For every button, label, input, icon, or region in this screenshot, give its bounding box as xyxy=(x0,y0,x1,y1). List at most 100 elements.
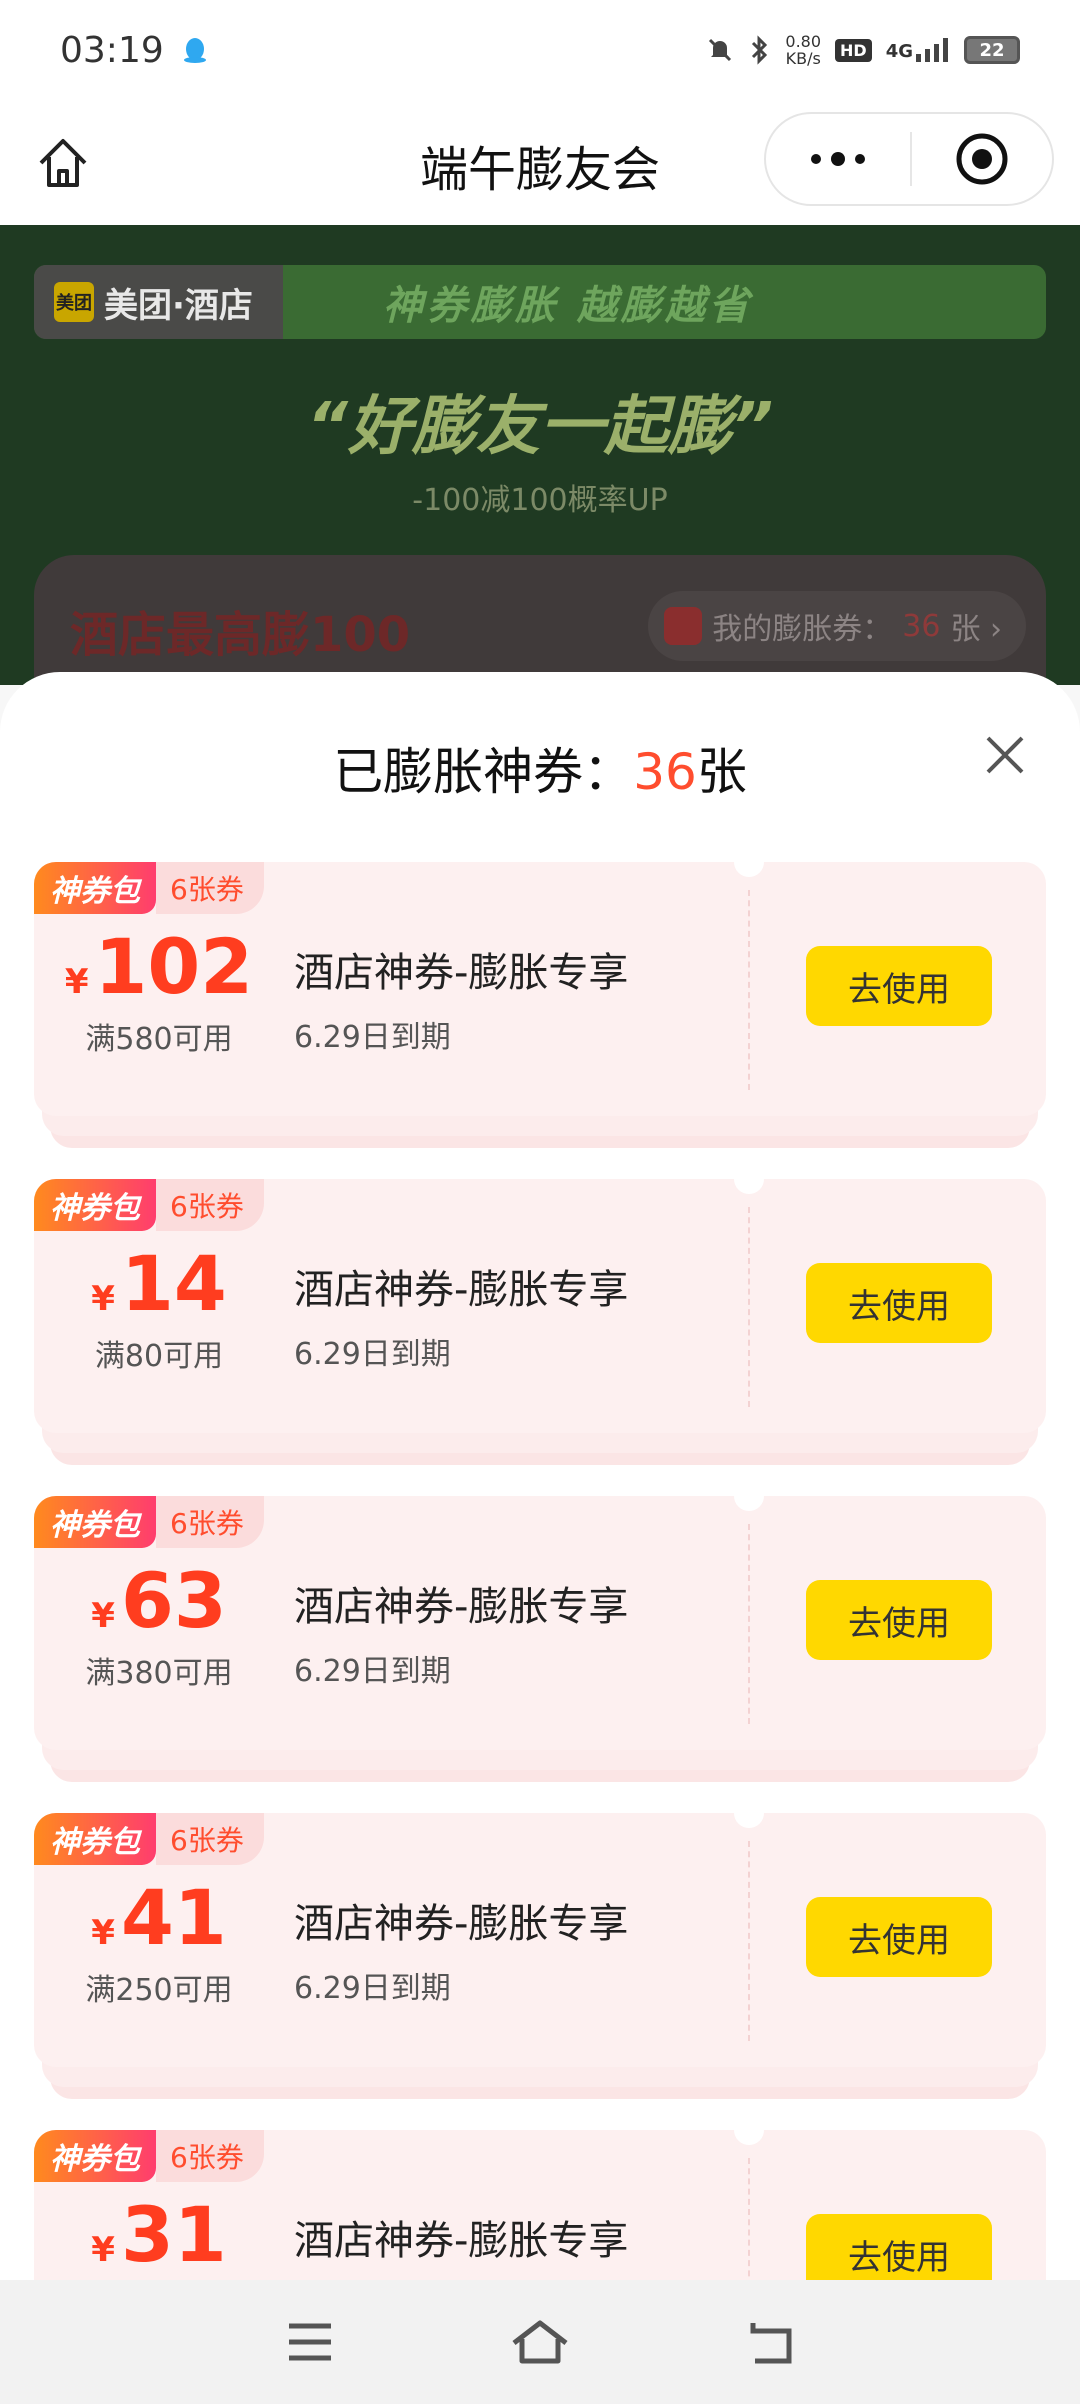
yen-symbol: ¥ xyxy=(91,2230,115,2270)
status-bar: 03:19 0.80 KB/s HD 4G 22 xyxy=(0,0,1080,100)
pack-count: 6张券 xyxy=(156,1813,264,1865)
coupon-list: 神券包 6张券 ¥ 102 满580可用 酒店神券-膨胀专享 6.29日到期 去… xyxy=(34,847,1046,2282)
amount-column: ¥ 102 满580可用 xyxy=(54,922,264,1058)
use-coupon-button[interactable]: 去使用 xyxy=(806,1263,992,1343)
use-coupon-button[interactable]: 去使用 xyxy=(806,1580,992,1660)
use-coupon-button[interactable]: 去使用 xyxy=(806,2214,992,2282)
coupon-amount: ¥ 102 xyxy=(54,922,264,1012)
pack-tag: 神券包 6张券 xyxy=(34,1496,264,1548)
brand-strip: 美团 美团·酒店 神券膨胀 越膨越省 xyxy=(34,265,1046,339)
back-icon xyxy=(750,2323,792,2364)
pack-label: 神券包 xyxy=(34,862,156,914)
coupon-condition: 满250可用 xyxy=(85,1973,233,2008)
coupon-card: 神券包 6张券 ¥ 14 满80可用 酒店神券-膨胀专享 6.29日到期 去使用 xyxy=(34,1164,1046,1465)
coupon-body: 神券包 6张券 ¥ 102 满580可用 酒店神券-膨胀专享 6.29日到期 去… xyxy=(34,847,1046,1116)
coupon-name: 酒店神券-膨胀专享 xyxy=(294,1267,629,1313)
net-speed-unit: KB/s xyxy=(785,49,821,68)
more-button[interactable] xyxy=(766,114,910,204)
my-coupons-pill[interactable]: 我的膨胀券： 36 张 › xyxy=(648,591,1026,661)
my-coupons-unit: 张 › xyxy=(950,612,1002,647)
close-icon[interactable] xyxy=(980,730,1030,780)
amount-column: ¥ 41 满250可用 xyxy=(54,1873,264,2009)
yen-symbol: ¥ xyxy=(91,1913,115,1953)
use-coupon-button[interactable]: 去使用 xyxy=(806,1897,992,1977)
coupon-expiry: 6.29日到期 xyxy=(294,1654,451,1689)
coupon-notch xyxy=(734,1164,764,1194)
coupon-amount: ¥ 14 xyxy=(54,1239,264,1329)
battery-indicator: 22 xyxy=(964,36,1020,64)
promo-card-title: 酒店最高膨100 xyxy=(70,607,411,663)
coupon-condition: 满380可用 xyxy=(85,1656,233,1691)
coupon-name: 酒店神券-膨胀专享 xyxy=(294,1901,629,1947)
amount-value: 14 xyxy=(120,1239,227,1328)
coupon-expiry: 6.29日到期 xyxy=(294,1337,451,1372)
my-coupons-count: 36 xyxy=(902,608,941,644)
coupon-body: 神券包 6张券 ¥ 14 满80可用 酒店神券-膨胀专享 6.29日到期 去使用 xyxy=(34,1164,1046,1433)
signal-bars-icon xyxy=(916,38,948,62)
net-speed: 0.80 KB/s xyxy=(785,33,821,67)
coupon-amount: ¥ 31 xyxy=(54,2190,264,2280)
coupon-card: 神券包 6张券 ¥ 31 酒店神券-膨胀专享 去使用 xyxy=(34,2115,1046,2282)
amount-column: ¥ 14 满80可用 xyxy=(54,1239,264,1375)
pack-count: 6张券 xyxy=(156,2130,264,2182)
back-button[interactable] xyxy=(730,2302,810,2382)
coupon-expiry: 6.29日到期 xyxy=(294,1020,451,1055)
amount-value: 63 xyxy=(120,1556,227,1645)
close-program-button[interactable] xyxy=(912,131,1052,187)
mute-bell-icon xyxy=(709,38,732,62)
network-type: 4G xyxy=(885,41,913,62)
system-nav-bar xyxy=(0,2280,1080,2404)
coupon-body: 神券包 6张券 ¥ 31 酒店神券-膨胀专享 去使用 xyxy=(34,2115,1046,2282)
pack-label: 神券包 xyxy=(34,2130,156,2182)
pack-label: 神券包 xyxy=(34,1179,156,1231)
coupon-sheet: 已膨胀神券：36张 神券包 6张券 ¥ 102 满580可用 酒店神券-膨胀专享… xyxy=(0,672,1080,2282)
pack-label: 神券包 xyxy=(34,1496,156,1548)
amount-column: ¥ 31 xyxy=(54,2190,264,2282)
coupon-card: 神券包 6张券 ¥ 63 满380可用 酒店神券-膨胀专享 6.29日到期 去使… xyxy=(34,1481,1046,1782)
amount-value: 41 xyxy=(120,1873,227,1962)
coupon-name: 酒店神券-膨胀专享 xyxy=(294,950,629,996)
coupon-card: 神券包 6张券 ¥ 102 满580可用 酒店神券-膨胀专享 6.29日到期 去… xyxy=(34,847,1046,1148)
hd-badge: HD xyxy=(835,38,872,62)
coupon-amount: ¥ 63 xyxy=(54,1556,264,1646)
coupon-notch xyxy=(734,847,764,877)
pack-tag: 神券包 6张券 xyxy=(34,1179,264,1231)
yen-symbol: ¥ xyxy=(91,1279,115,1319)
mini-program-capsule xyxy=(764,112,1054,206)
menu-button[interactable] xyxy=(270,2302,350,2382)
big-slogan: “好膨友一起膨” xyxy=(306,390,774,464)
hotel-promo-card: 酒店最高膨100 我的膨胀券： 36 张 › xyxy=(34,555,1046,685)
title-bar: 端午膨友会 xyxy=(0,100,1080,225)
coupon-body: 神券包 6张券 ¥ 41 满250可用 酒店神券-膨胀专享 6.29日到期 去使… xyxy=(34,1798,1046,2067)
coupon-divider xyxy=(748,1841,750,2041)
pack-count: 6张券 xyxy=(156,862,264,914)
coupon-notch xyxy=(734,1481,764,1511)
target-close-icon xyxy=(956,133,1008,185)
signal-4g: 4G xyxy=(886,38,950,62)
coupon-name: 酒店神券-膨胀专享 xyxy=(294,2218,629,2264)
amount-value: 31 xyxy=(120,2190,227,2279)
brand-tag: 美团 美团·酒店 xyxy=(34,265,283,339)
coupon-card: 神券包 6张券 ¥ 41 满250可用 酒店神券-膨胀专享 6.29日到期 去使… xyxy=(34,1798,1046,2099)
my-coupons-label: 我的膨胀券： xyxy=(712,612,893,647)
system-home-button[interactable] xyxy=(500,2302,580,2382)
coupon-amount: ¥ 41 xyxy=(54,1873,264,1963)
coupon-divider xyxy=(748,1207,750,1407)
use-coupon-button[interactable]: 去使用 xyxy=(806,946,992,1026)
coupon-expiry: 6.29日到期 xyxy=(294,1971,451,2006)
yen-symbol: ¥ xyxy=(91,1596,115,1636)
coupon-divider xyxy=(748,1524,750,1724)
coupon-icon xyxy=(664,607,703,645)
coupon-name: 酒店神券-膨胀专享 xyxy=(294,1584,629,1630)
home-outline-icon xyxy=(512,2320,568,2364)
coupon-notch xyxy=(734,2115,764,2145)
sheet-title-prefix: 已膨胀神券： xyxy=(333,743,634,801)
qq-penguin-icon xyxy=(183,38,206,63)
promo-banner: 美团 美团·酒店 神券膨胀 越膨越省 “好膨友一起膨” -100减100概率UP… xyxy=(0,225,1080,685)
coupon-condition: 满80可用 xyxy=(94,1339,224,1374)
amount-column: ¥ 63 满380可用 xyxy=(54,1556,264,1692)
coupon-body: 神券包 6张券 ¥ 63 满380可用 酒店神券-膨胀专享 6.29日到期 去使… xyxy=(34,1481,1046,1750)
sheet-title-count: 36 xyxy=(633,743,697,801)
bluetooth-icon xyxy=(752,35,768,65)
banner-slogan: 神券膨胀 越膨越省 xyxy=(382,283,753,329)
